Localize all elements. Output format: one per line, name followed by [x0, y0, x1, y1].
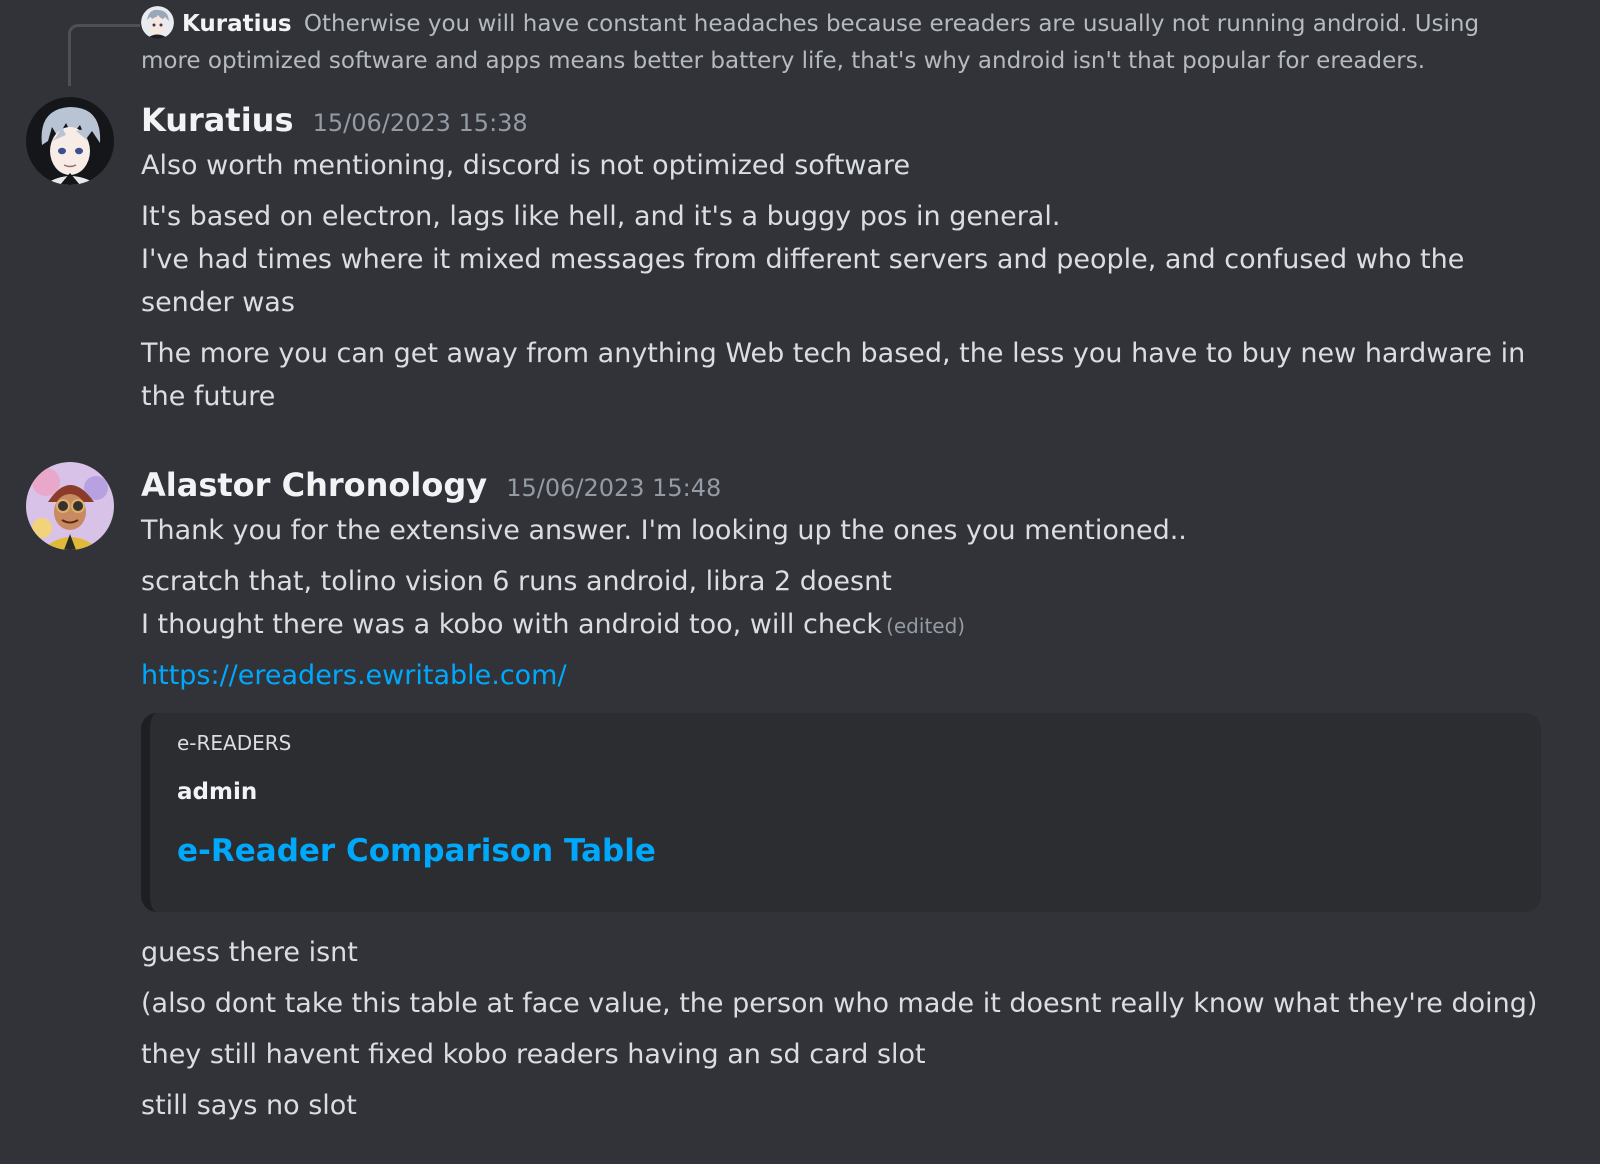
reply-text[interactable]: Otherwise you will have constant headach…: [141, 11, 1479, 74]
message-text: guess there isnt: [141, 937, 358, 968]
message-text: still says no slot: [141, 1090, 357, 1121]
message-timestamp[interactable]: 15/06/2023 15:38: [313, 109, 528, 137]
message-text: It's based on electron, lags like hell, …: [141, 201, 1061, 232]
username[interactable]: Alastor Chronology: [141, 466, 487, 504]
user-avatar-kuratius[interactable]: [26, 97, 114, 185]
message-header: Kuratius 15/06/2023 15:38: [141, 101, 528, 139]
embed-provider: e-READERS: [177, 731, 292, 755]
url-link[interactable]: https://ereaders.ewritable.com/: [141, 660, 567, 691]
reply-avatar[interactable]: [141, 6, 174, 39]
reply-author[interactable]: Kuratius: [182, 11, 292, 37]
username[interactable]: Kuratius: [141, 101, 293, 139]
message-header: Alastor Chronology 15/06/2023 15:48: [141, 466, 721, 504]
message-text: The more you can get away from anything …: [141, 338, 1526, 412]
message-text: I thought there was a kobo with android …: [141, 609, 883, 640]
message-line: I thought there was a kobo with android …: [141, 603, 1541, 648]
message-text: I've had times where it mixed messages f…: [141, 244, 1465, 318]
message-timestamp[interactable]: 15/06/2023 15:48: [506, 474, 721, 502]
message-text: scratch that, tolino vision 6 runs andro…: [141, 566, 892, 597]
message-text: Thank you for the extensive answer. I'm …: [141, 515, 1187, 546]
embed-title-link[interactable]: e-Reader Comparison Table: [177, 833, 656, 869]
chat-messages: Kuratius Otherwise you will have constan…: [0, 0, 1600, 1164]
reply-preview[interactable]: Kuratius Otherwise you will have constan…: [141, 6, 1521, 80]
message-text: they still havent fixed kobo readers hav…: [141, 1039, 926, 1070]
message-line: https://ereaders.ewritable.com/: [141, 654, 1541, 697]
embed-author: admin: [177, 779, 258, 805]
edited-label[interactable]: (edited): [886, 614, 965, 638]
message-text: Also worth mentioning, discord is not op…: [141, 150, 911, 181]
message-text: (also dont take this table at face value…: [141, 988, 1538, 1019]
reply-connector: [68, 24, 140, 86]
link-embed: e-READERS admin e-Reader Comparison Tabl…: [141, 713, 1541, 912]
user-avatar-alastor[interactable]: [26, 462, 114, 550]
